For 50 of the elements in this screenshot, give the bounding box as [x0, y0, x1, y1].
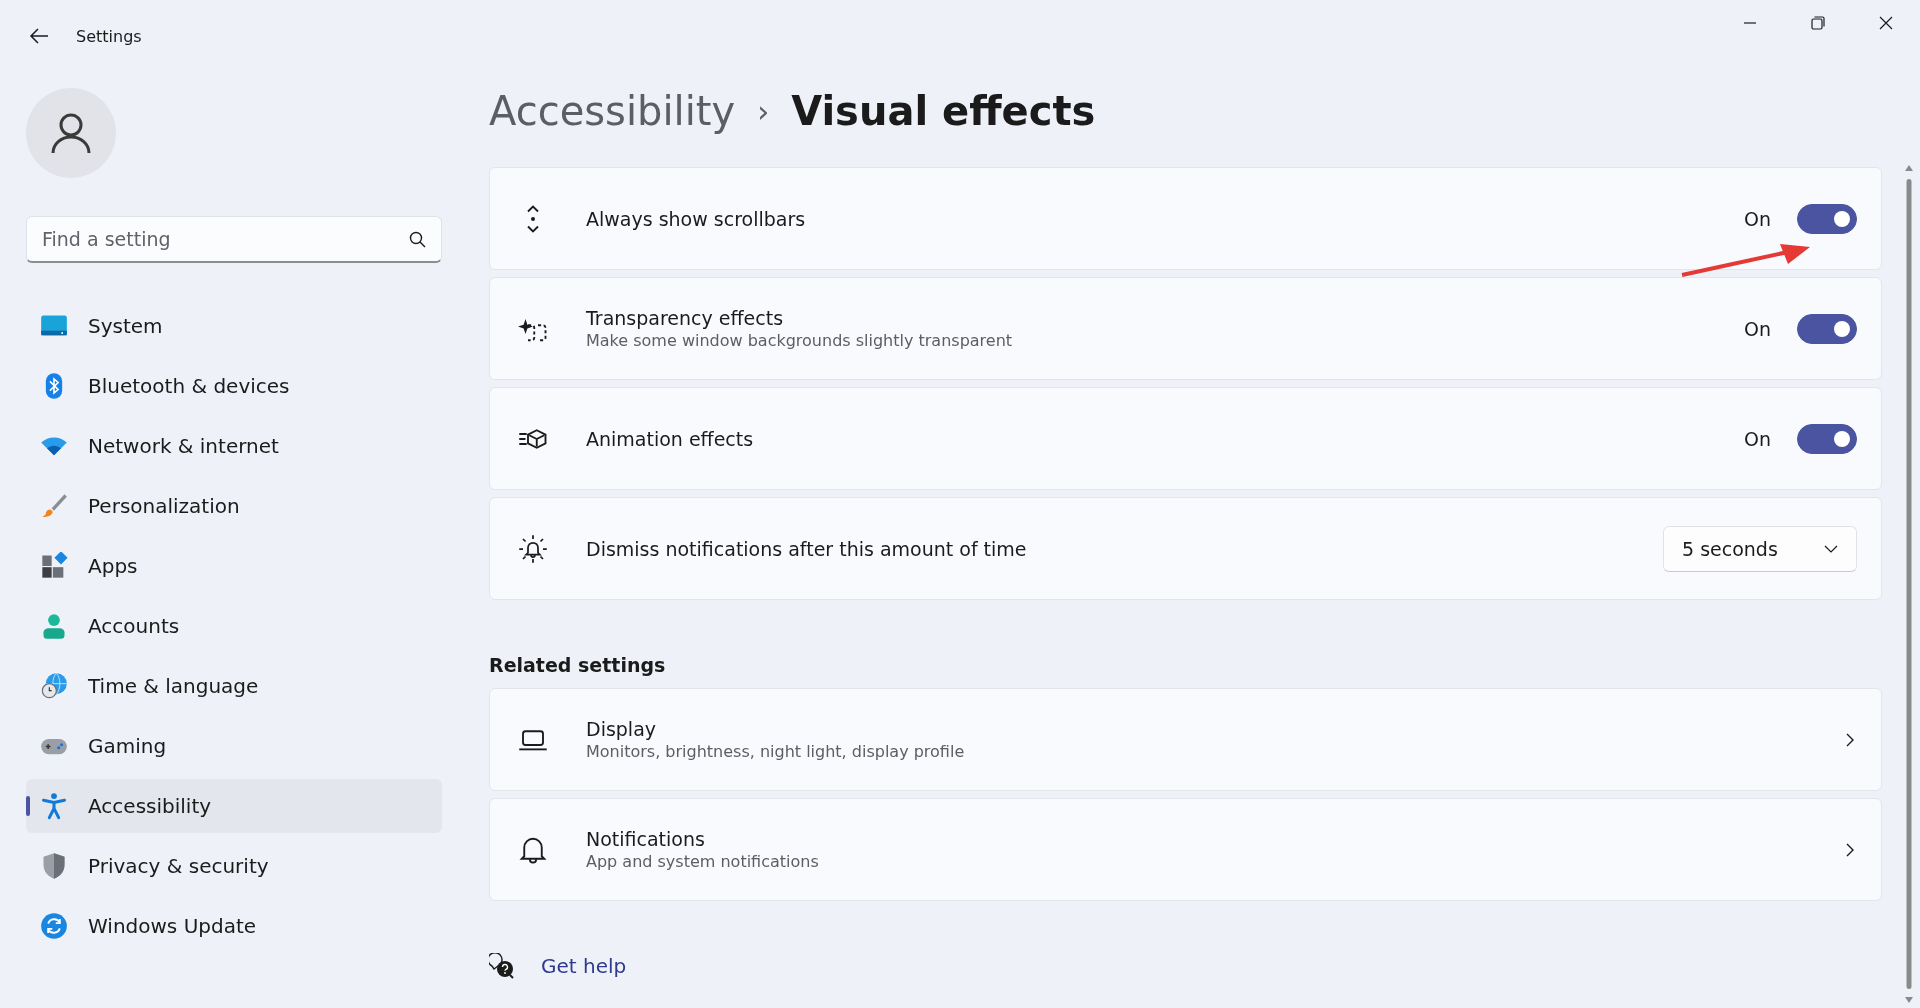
setting-title: Notifications	[586, 828, 706, 850]
section-heading: Related settings	[489, 654, 667, 676]
sidebar-item[interactable]: Windows Update	[26, 899, 442, 953]
setting-title: Animation effects	[586, 427, 755, 450]
minimize-icon	[1744, 22, 1756, 24]
toggle-switch[interactable]	[1797, 423, 1857, 454]
refresh-icon	[40, 912, 68, 940]
help-link[interactable]: Get help	[541, 954, 627, 978]
related-setting-card[interactable]: Display Monitors, brightness, night light, display profile	[489, 688, 1882, 791]
scrollbar[interactable]	[1903, 163, 1915, 1005]
setting-title: Always show scrollbars	[586, 207, 807, 230]
sidebar-item[interactable]: Accounts	[26, 599, 442, 653]
paintbrush-icon	[40, 492, 68, 520]
sidebar-item[interactable]: Apps	[26, 539, 442, 593]
toggle-state-label: On	[1744, 427, 1771, 450]
breadcrumb-link[interactable]: Accessibility	[489, 88, 736, 134]
toggle-state-label: On	[1744, 317, 1771, 340]
dropdown[interactable]: 5 seconds	[1663, 525, 1857, 572]
sidebar-item[interactable]: Accessibility	[26, 779, 442, 833]
sidebar-item[interactable]: Bluetooth & devices	[26, 359, 442, 413]
person-icon	[40, 612, 68, 640]
toggle-switch[interactable]	[1797, 203, 1857, 234]
toggle-switch[interactable]	[1797, 313, 1857, 344]
toggle-state-label: On	[1744, 207, 1771, 230]
apps-icon	[40, 552, 68, 580]
sidebar-item[interactable]: Personalization	[26, 479, 442, 533]
sidebar-item[interactable]: Network & internet	[26, 419, 442, 473]
setting-description: App and system notifications	[586, 852, 820, 871]
search-icon	[409, 231, 426, 248]
help-chat-icon	[489, 953, 515, 979]
bell-rays-icon	[518, 533, 548, 564]
window-title: Settings	[76, 26, 142, 46]
related-setting-card[interactable]: Notifications App and system notifications	[489, 798, 1882, 901]
page-title: Visual effects	[791, 88, 1096, 134]
setting-title: Dismiss notifications after this amount of time	[586, 537, 1028, 560]
setting-title: Display	[586, 718, 658, 740]
sidebar-item[interactable]: Time & language	[26, 659, 442, 713]
setting-description: Make some window backgrounds slightly transparent	[586, 331, 1014, 350]
restore-icon	[1810, 15, 1826, 31]
setting-description: Monitors, brightness, night light, display profile	[586, 742, 966, 761]
setting-title: Transparency effects	[586, 307, 785, 329]
sidebar-item[interactable]: Gaming	[26, 719, 442, 773]
breadcrumb-separator: ›	[757, 93, 770, 129]
close-icon	[1878, 15, 1894, 31]
sidebar-item[interactable]: Privacy & security	[26, 839, 442, 893]
search-field[interactable]: Find a setting	[26, 216, 442, 263]
accessibility-icon	[40, 792, 68, 820]
sidebar-item[interactable]: System	[26, 299, 442, 353]
globe-clock-icon	[40, 672, 68, 700]
selection-indicator	[26, 796, 30, 816]
